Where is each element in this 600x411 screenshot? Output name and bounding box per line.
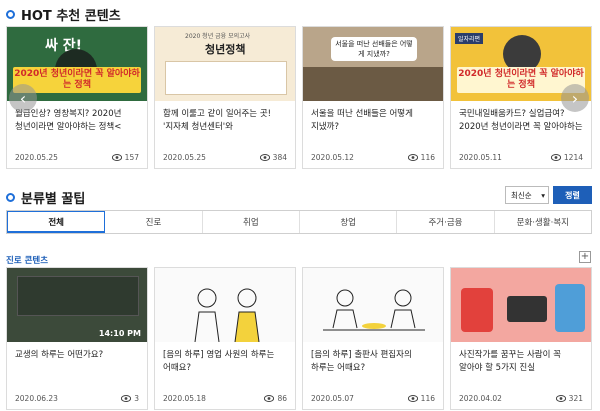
chevron-right-icon: ›	[571, 88, 579, 108]
career-card[interactable]: 사진작가를 꿈꾸는 사람이 꼭 알아야 할 5가지 진실 2020.04.02 …	[450, 267, 592, 410]
card-views: 321	[568, 394, 583, 403]
carousel-next-button[interactable]: ›	[561, 84, 589, 112]
section-bullet-icon	[6, 10, 15, 19]
card-thumbnail	[155, 268, 295, 342]
card-views: 86	[277, 394, 287, 403]
eye-icon	[111, 154, 122, 161]
hot-card-list: 싸 잔! 2020년 청년이라면 꼭 알아야하는 정책 월급인상? 영창복지? …	[6, 26, 592, 169]
card-date: 2020.05.18	[163, 394, 206, 403]
card-thumbnail	[451, 268, 591, 342]
eye-icon	[259, 154, 270, 161]
sub-section-title: 진로 콘텐츠	[6, 256, 49, 266]
card-date: 2020.05.11	[459, 153, 502, 162]
eye-icon	[121, 395, 132, 402]
tab-housing-finance[interactable]: 주거·금융	[397, 211, 495, 233]
hot-section-title: HOT 추천 콘텐츠	[6, 5, 121, 24]
card-date: 2020.04.02	[459, 394, 502, 403]
thumb-tag: 일자리편	[455, 33, 484, 44]
card-caption: 서울을 떠난 선배들은 어떻게 지냈까?	[311, 109, 413, 132]
section-bullet-icon	[6, 193, 15, 202]
career-card[interactable]: [음의 하루] 출판사 편집자의 하루는 어때요? 2020.05.07 116	[302, 267, 444, 410]
card-caption: 국민내일배움카드? 실업급여? 2020년 청년이라면 꼭 알아야하는	[459, 109, 583, 132]
person-illustration	[555, 284, 585, 332]
card-caption: 사진작가를 꿈꾸는 사람이 꼭 알아야 할 5가지 진실	[459, 350, 561, 373]
thumb-banner: 청년정책	[205, 43, 246, 56]
card-views: 1214	[563, 153, 583, 162]
category-tabs: 전체 진로 취업 창업 주거·금융 문화·생활·복지	[6, 210, 592, 234]
career-card-list: 14:10 PM 교생의 하루는 어떤가요? 2020.06.23 3 [음의 …	[6, 267, 592, 410]
tab-culture-life-welfare[interactable]: 문화·생활·복지	[494, 211, 591, 233]
eye-icon	[407, 154, 418, 161]
camera-illustration	[507, 296, 547, 322]
office-illustration	[194, 288, 260, 342]
tab-employment[interactable]: 취업	[202, 211, 300, 233]
hot-card[interactable]: 2020 청년 금융 모의고사 청년정책 함께 이룰고 같이 일어주는 곳! '…	[154, 26, 296, 169]
category-section-title: 분류별 꿀팁	[6, 188, 85, 207]
card-date: 2020.05.25	[15, 153, 58, 162]
card-views: 3	[134, 394, 139, 403]
tab-startup[interactable]: 창업	[299, 211, 398, 233]
card-date: 2020.05.07	[311, 394, 354, 403]
eye-icon	[550, 154, 561, 161]
chalkboard	[17, 276, 139, 316]
career-card[interactable]: 14:10 PM 교생의 하루는 어떤가요? 2020.06.23 3	[6, 267, 148, 410]
card-thumbnail: 2020 청년 금융 모의고사 청년정책	[155, 27, 295, 101]
carousel-prev-button[interactable]: ‹	[9, 84, 37, 112]
quiz-sheet	[165, 61, 287, 95]
card-thumbnail: 14:10 PM	[7, 268, 147, 342]
tab-all[interactable]: 전체	[7, 211, 106, 233]
timestamp-overlay: 14:10 PM	[98, 329, 141, 338]
thumb-tag: 2020 청년 금융 모의고사	[185, 33, 251, 40]
hot-card[interactable]: 서울을 떠난 선배들은 어떻게 지냈까? 서울을 떠난 선배들은 어떻게 지냈까…	[302, 26, 444, 169]
card-views: 116	[420, 153, 435, 162]
card-caption: 교생의 하루는 어떤가요?	[15, 350, 104, 360]
eye-icon	[555, 395, 566, 402]
chevron-left-icon: ‹	[19, 88, 27, 108]
card-caption: [음의 하루] 출판사 편집자의 하루는 어때요?	[311, 350, 412, 373]
card-caption: 월급인상? 영창복지? 2020년 청년이라면 알아야하는 정책<	[15, 109, 122, 132]
card-views: 384	[272, 153, 287, 162]
eye-icon	[264, 395, 275, 402]
more-button[interactable]: +	[579, 251, 591, 263]
card-caption: [음의 하루] 영업 사원의 하루는 어때요?	[163, 350, 275, 373]
card-views: 116	[420, 394, 435, 403]
card-thumbnail	[303, 268, 443, 342]
card-caption: 함께 이룰고 같이 일어주는 곳! '지자체 청년센터'와	[163, 109, 272, 132]
sort-button[interactable]: 정렬	[553, 186, 592, 204]
card-views: 157	[124, 153, 139, 162]
sort-select[interactable]: 최신순 ▾	[505, 186, 549, 204]
sort-select-value: 최신순	[511, 190, 532, 200]
chevron-down-icon: ▾	[541, 190, 545, 200]
tab-career[interactable]: 진로	[105, 211, 203, 233]
thumb-banner: 서울을 떠난 선배들은 어떻게 지냈까?	[331, 37, 417, 61]
card-thumbnail: 서울을 떠난 선배들은 어떻게 지냈까?	[303, 27, 443, 101]
meeting-illustration	[323, 289, 425, 331]
eye-icon	[407, 395, 418, 402]
photographer-illustration	[461, 288, 493, 332]
card-date: 2020.05.12	[311, 153, 354, 162]
cafe-photo	[303, 67, 443, 101]
card-date: 2020.05.25	[163, 153, 206, 162]
card-date: 2020.06.23	[15, 394, 58, 403]
career-card[interactable]: [음의 하루] 영업 사원의 하루는 어때요? 2020.05.18 86	[154, 267, 296, 410]
